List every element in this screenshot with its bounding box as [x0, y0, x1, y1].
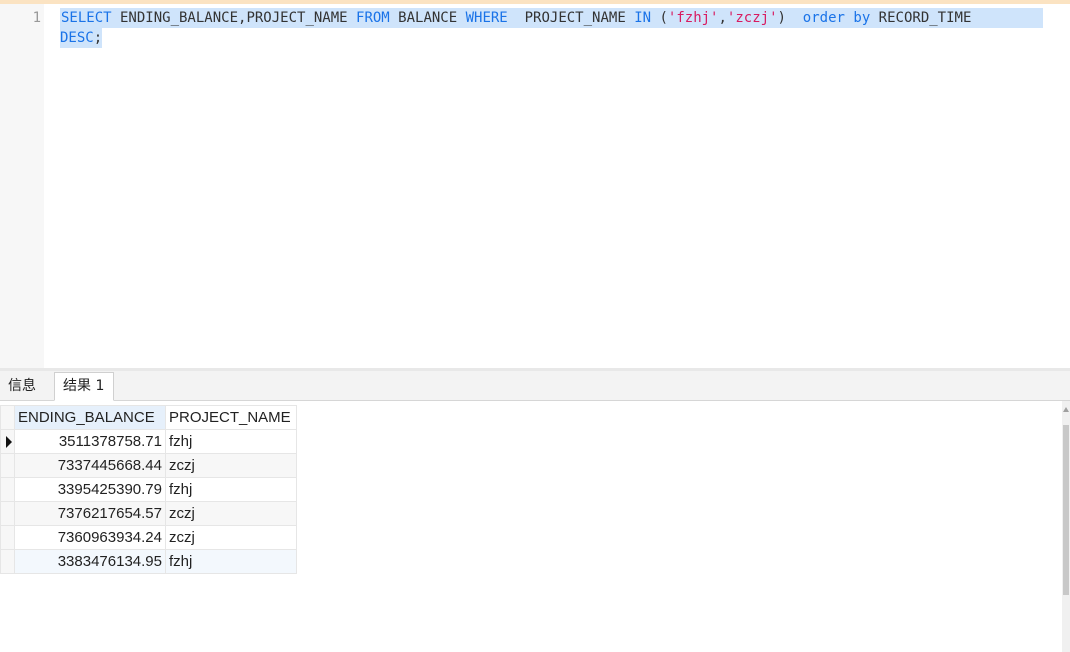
cell-ending-balance[interactable]: 7376217654.57: [14, 501, 166, 526]
sql-line-1[interactable]: SELECT ENDING_BALANCE,PROJECT_NAME FROM …: [60, 8, 1043, 28]
sql-order-column: RECORD_TIME: [870, 10, 972, 26]
sql-keyword-from: FROM: [356, 10, 390, 26]
cell-project-name[interactable]: fzhj: [165, 549, 297, 574]
row-selector[interactable]: [0, 429, 15, 454]
current-row-pointer-icon: [6, 436, 12, 448]
sql-client-window: 1 SELECT ENDING_BALANCE,PROJECT_NAME FRO…: [0, 0, 1070, 652]
column-header-ending-balance[interactable]: ENDING_BALANCE: [14, 405, 166, 430]
cell-ending-balance[interactable]: 3383476134.95: [14, 549, 166, 574]
sql-keyword-select: SELECT: [61, 10, 112, 26]
tab-info[interactable]: 信息: [0, 373, 50, 400]
table-row[interactable]: 3395425390.79 fzhj: [0, 477, 297, 502]
sql-keyword-by: by: [853, 10, 871, 26]
sql-keyword-where: WHERE: [465, 10, 508, 26]
sql-editor[interactable]: 1 SELECT ENDING_BALANCE,PROJECT_NAME FRO…: [0, 4, 1070, 368]
line-number: 1: [32, 10, 41, 26]
cell-project-name[interactable]: zczj: [165, 525, 297, 550]
sql-keyword-in: IN: [634, 10, 652, 26]
table-row[interactable]: 3511378758.71 fzhj: [0, 429, 297, 454]
column-header-project-name[interactable]: PROJECT_NAME: [165, 405, 297, 430]
table-row[interactable]: 7376217654.57 zczj: [0, 501, 297, 526]
cell-ending-balance[interactable]: 3511378758.71: [14, 429, 166, 454]
row-header-corner[interactable]: [0, 405, 15, 430]
table-row[interactable]: 7360963934.24 zczj: [0, 525, 297, 550]
table-row[interactable]: 3383476134.95 fzhj: [0, 549, 297, 574]
cell-ending-balance[interactable]: 7360963934.24: [14, 525, 166, 550]
sql-keyword-order: order: [802, 10, 845, 26]
table-row[interactable]: 7337445668.44 zczj: [0, 453, 297, 478]
sql-table-name: BALANCE: [389, 10, 466, 26]
sql-string-zczj: 'zczj': [726, 10, 778, 26]
sql-code-area[interactable]: SELECT ENDING_BALANCE,PROJECT_NAME FROM …: [60, 8, 1050, 368]
cell-ending-balance[interactable]: 3395425390.79: [14, 477, 166, 502]
sql-comma: ,: [718, 10, 727, 26]
row-selector[interactable]: [0, 549, 15, 574]
cell-project-name[interactable]: zczj: [165, 501, 297, 526]
scrollbar-thumb[interactable]: [1063, 425, 1069, 595]
result-grid[interactable]: ENDING_BALANCE PROJECT_NAME 3511378758.7…: [0, 401, 1062, 652]
sql-semicolon: ;: [93, 30, 103, 46]
result-table: ENDING_BALANCE PROJECT_NAME 3511378758.7…: [0, 405, 297, 574]
table-header-row: ENDING_BALANCE PROJECT_NAME: [0, 405, 297, 430]
row-selector[interactable]: [0, 501, 15, 526]
cell-project-name[interactable]: fzhj: [165, 429, 297, 454]
sql-string-fzhj: 'fzhj': [667, 10, 719, 26]
sql-where-column: PROJECT_NAME: [507, 10, 635, 26]
line-number-gutter: 1: [0, 4, 44, 368]
row-selector[interactable]: [0, 477, 15, 502]
sql-line-1-wrap[interactable]: DESC;: [60, 28, 103, 48]
cell-project-name[interactable]: zczj: [165, 453, 297, 478]
sql-paren-close: ): [777, 10, 803, 26]
sql-paren-open: (: [651, 10, 668, 26]
sql-columns: ENDING_BALANCE,PROJECT_NAME: [111, 10, 357, 26]
cell-ending-balance[interactable]: 7337445668.44: [14, 453, 166, 478]
grid-vertical-scrollbar[interactable]: [1062, 401, 1070, 652]
cell-project-name[interactable]: fzhj: [165, 477, 297, 502]
row-selector[interactable]: [0, 453, 15, 478]
sql-keyword-desc: DESC: [60, 30, 94, 46]
row-selector[interactable]: [0, 525, 15, 550]
result-tabbar: 信息 结果 1: [0, 371, 1070, 401]
scroll-up-arrow-icon[interactable]: [1063, 407, 1069, 412]
tab-result-1[interactable]: 结果 1: [54, 372, 114, 401]
